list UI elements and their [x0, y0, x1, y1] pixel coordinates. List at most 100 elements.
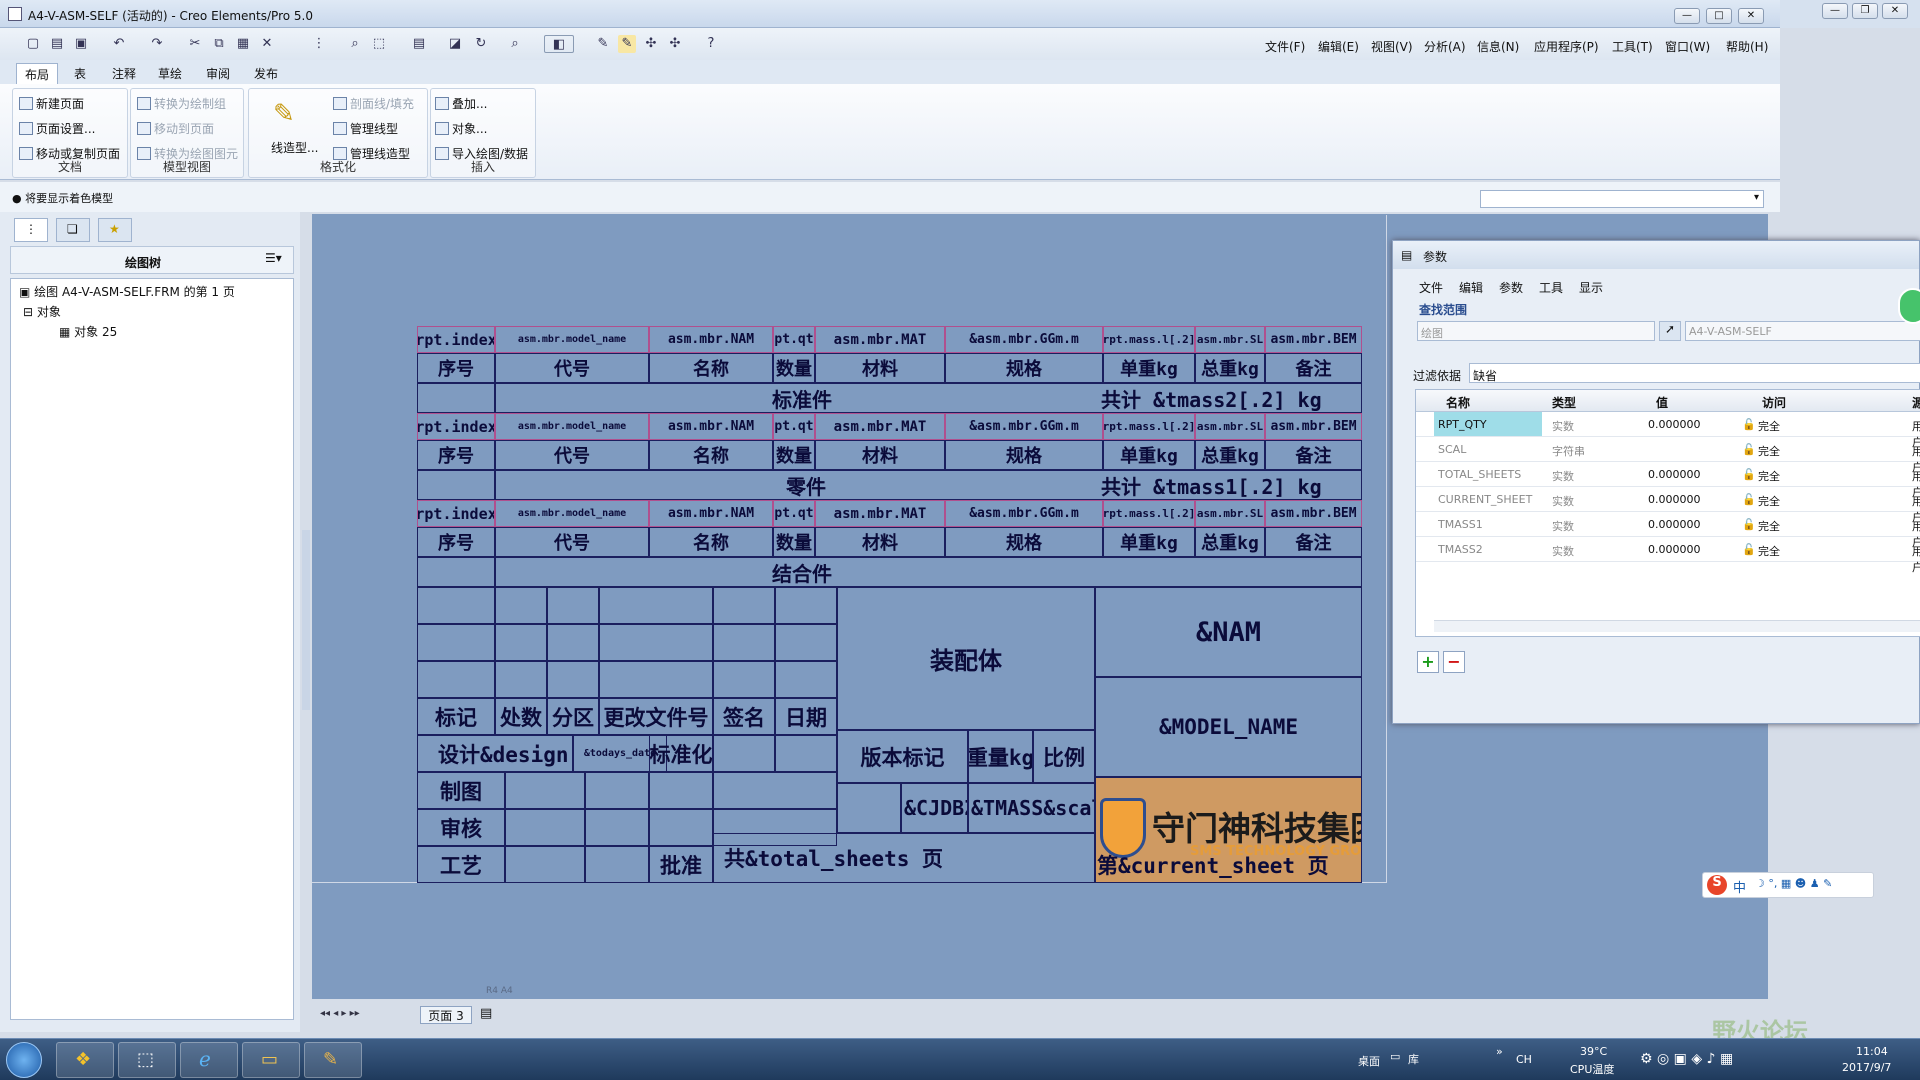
- page-nav-arrows[interactable]: ◂◂ ◂ ▸ ▸▸: [320, 1008, 360, 1019]
- maximize-button[interactable]: □: [1706, 8, 1732, 24]
- col-type[interactable]: 类型: [1552, 394, 1576, 411]
- open-icon[interactable]: ▤: [48, 35, 66, 53]
- remove-param-button[interactable]: −: [1443, 651, 1465, 673]
- outer-close-button[interactable]: ✕: [1882, 3, 1908, 19]
- horizontal-scrollbar[interactable]: [1434, 620, 1920, 632]
- close-button[interactable]: ✕: [1738, 8, 1764, 24]
- select-box-icon[interactable]: ⬚: [370, 35, 388, 53]
- filter-select[interactable]: 缺省: [1469, 363, 1920, 383]
- add-page-icon[interactable]: ▤: [480, 1006, 492, 1021]
- tab-folder[interactable]: ❏: [56, 218, 90, 242]
- param-menu-tools[interactable]: 工具: [1539, 279, 1563, 296]
- paste-icon[interactable]: ▦: [234, 35, 252, 53]
- tree-root[interactable]: ▣ 绘图 A4-V-ASM-SELF.FRM 的第 1 页: [19, 283, 235, 300]
- delete-icon[interactable]: ✕: [258, 35, 276, 53]
- sketch-active-icon[interactable]: ✎: [618, 35, 636, 53]
- param-menu-display[interactable]: 显示: [1579, 279, 1603, 296]
- param-row[interactable]: CURRENT_SHEET 实数 0.000000 🔓 完全 用户: [1416, 487, 1920, 524]
- menu-edit[interactable]: 编辑(E): [1318, 38, 1359, 55]
- snap-off-icon[interactable]: ✣: [666, 35, 684, 53]
- param-row[interactable]: TOTAL_SHEETS 实数 0.000000 🔓 完全 用户: [1416, 462, 1920, 499]
- outer-minimize-button[interactable]: —: [1822, 3, 1848, 19]
- desktop-label[interactable]: 桌面: [1358, 1053, 1380, 1069]
- tab-annotate[interactable]: 注释: [104, 63, 144, 84]
- undo-icon[interactable]: ↶: [110, 35, 128, 53]
- zoom-icon[interactable]: ⌕: [506, 35, 524, 53]
- param-row[interactable]: TMASS2 实数 0.000000 🔓 完全 用户: [1416, 537, 1920, 574]
- tab-table[interactable]: 表: [66, 63, 94, 84]
- bom-title-block[interactable]: rpt.index asm.mbr.model_name asm.mbr.NAM…: [417, 326, 1362, 884]
- col-name[interactable]: 名称: [1446, 394, 1470, 411]
- page-tab[interactable]: 页面 3: [420, 1006, 472, 1024]
- tree-settings-icon[interactable]: ☰▾: [265, 251, 282, 265]
- menu-window[interactable]: 窗口(W): [1665, 38, 1710, 55]
- regenerate-icon[interactable]: ↻: [472, 35, 490, 53]
- param-menu-file[interactable]: 文件: [1419, 279, 1443, 296]
- menu-info[interactable]: 信息(N): [1477, 38, 1519, 55]
- tree-icon[interactable]: ⋮: [310, 35, 328, 53]
- add-param-button[interactable]: +: [1417, 651, 1439, 673]
- menu-file[interactable]: 文件(F): [1265, 38, 1305, 55]
- tab-publish[interactable]: 发布: [246, 63, 286, 84]
- new-page-button[interactable]: 新建页面: [19, 95, 84, 112]
- param-row[interactable]: RPT_QTY 实数 0.000000 🔓 完全 用户: [1416, 412, 1920, 449]
- help-icon[interactable]: ?: [702, 35, 720, 53]
- outer-restore-button[interactable]: ❐: [1852, 3, 1878, 19]
- language-indicator[interactable]: CH: [1516, 1053, 1532, 1066]
- param-menu-edit[interactable]: 编辑: [1459, 279, 1483, 296]
- smart-filter-select[interactable]: ▾: [1480, 190, 1764, 208]
- new-icon[interactable]: ▢: [24, 35, 42, 53]
- chevron-icon[interactable]: »: [1496, 1045, 1503, 1058]
- tab-review[interactable]: 审阅: [198, 63, 238, 84]
- properties-icon[interactable]: ▤: [410, 35, 428, 53]
- menu-analysis[interactable]: 分析(A): [1424, 38, 1466, 55]
- col-source[interactable]: 源: [1912, 394, 1920, 411]
- taskbar-explorer[interactable]: ▭: [242, 1042, 300, 1078]
- object-button[interactable]: 对象...: [435, 120, 487, 137]
- copy-icon[interactable]: ⧉: [210, 35, 228, 53]
- tab-sketch[interactable]: 草绘: [150, 63, 190, 84]
- tab-model-tree[interactable]: ⋮: [14, 218, 48, 242]
- clock-time[interactable]: 11:04: [1856, 1045, 1888, 1058]
- line-style-button[interactable]: 线造型...: [271, 139, 318, 156]
- tree-objects[interactable]: ⊟ 对象: [23, 303, 61, 320]
- menu-tools[interactable]: 工具(T): [1612, 38, 1653, 55]
- menu-applications[interactable]: 应用程序(P): [1534, 38, 1599, 55]
- ime-toolbar[interactable]: S 中 ☽ °, ▦ ☻ ♟ ✎: [1702, 872, 1874, 898]
- save-icon[interactable]: ▣: [72, 35, 90, 53]
- tray-icons[interactable]: ⚙ ◎ ▣ ◈ ♪ ▦: [1640, 1051, 1733, 1067]
- taskbar-ie[interactable]: ℯ: [180, 1042, 238, 1078]
- taskbar-creo[interactable]: ✎: [304, 1042, 362, 1078]
- col-value[interactable]: 值: [1656, 394, 1668, 411]
- tree-object-item[interactable]: ▦ 对象 25: [59, 323, 117, 340]
- cut-icon[interactable]: ✂: [186, 35, 204, 53]
- convert-group-button[interactable]: 转换为绘制组: [137, 95, 226, 112]
- col-access[interactable]: 访问: [1762, 394, 1786, 411]
- param-row[interactable]: TMASS1 实数 0.000000 🔓 完全 用户: [1416, 512, 1920, 549]
- param-menu-params[interactable]: 参数: [1499, 279, 1523, 296]
- start-button[interactable]: [6, 1042, 42, 1078]
- snap-icon[interactable]: ✣: [642, 35, 660, 53]
- hatch-fill-button[interactable]: 剖面线/填充: [333, 95, 414, 112]
- sketch-tool-icon[interactable]: ✎: [594, 35, 612, 53]
- manage-linetype-button[interactable]: 管理线型: [333, 120, 398, 137]
- move-to-page-button[interactable]: 移动到页面: [137, 120, 214, 137]
- scope-select[interactable]: 绘图: [1417, 321, 1655, 341]
- tab-favorites[interactable]: ★: [98, 218, 132, 242]
- clock-date[interactable]: 2017/9/7: [1842, 1061, 1891, 1074]
- page-setup-button[interactable]: 页面设置...: [19, 120, 95, 137]
- panel-splitter[interactable]: [302, 530, 310, 710]
- find-icon[interactable]: ⌕: [346, 35, 364, 53]
- menu-view[interactable]: 视图(V): [1371, 38, 1413, 55]
- tab-layout[interactable]: 布局: [16, 63, 59, 84]
- redraw-icon[interactable]: ◪: [446, 35, 464, 53]
- pick-pointer-icon[interactable]: ➚: [1659, 321, 1681, 341]
- menu-help[interactable]: 帮助(H): [1726, 38, 1768, 55]
- library-label[interactable]: 库: [1408, 1051, 1419, 1067]
- param-row[interactable]: SCAL 字符串 🔓 完全 用户: [1416, 437, 1920, 474]
- taskbar-app-2[interactable]: ⬚: [118, 1042, 176, 1078]
- minimize-button[interactable]: —: [1674, 8, 1700, 24]
- taskbar-app-1[interactable]: ❖: [56, 1042, 114, 1078]
- display-style-icon[interactable]: ◧: [544, 35, 574, 53]
- redo-icon[interactable]: ↷: [148, 35, 166, 53]
